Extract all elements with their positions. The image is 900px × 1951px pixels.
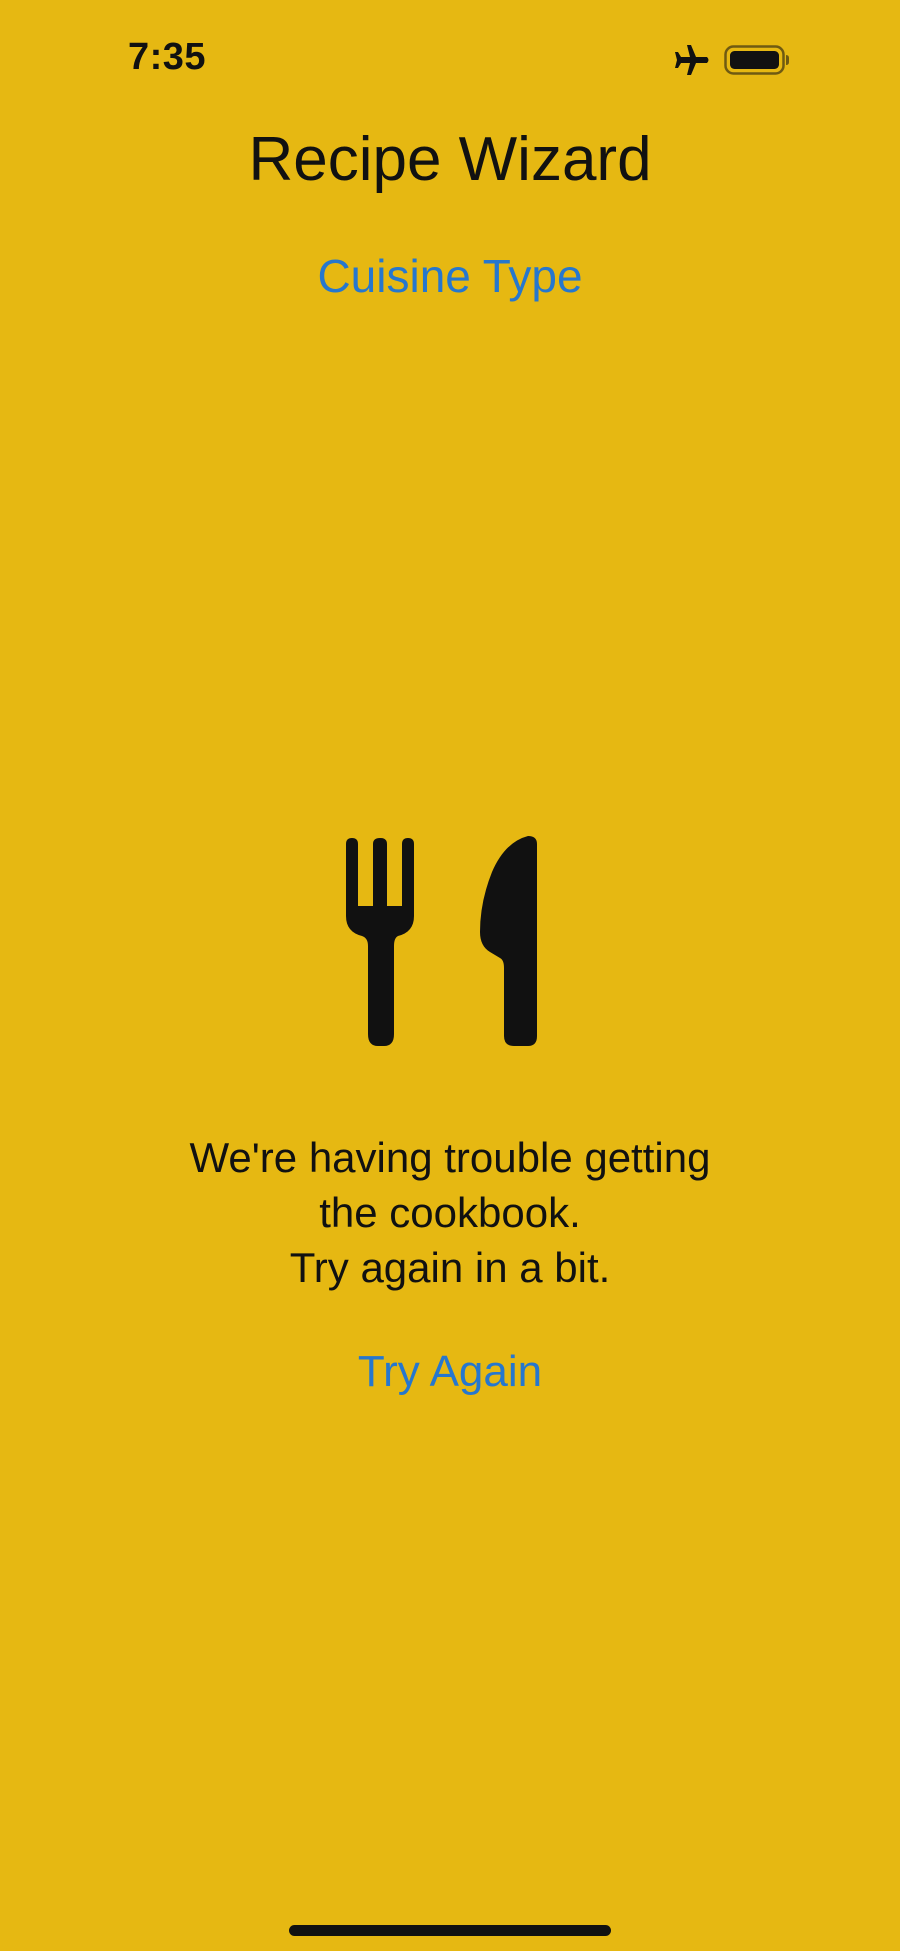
airplane-icon (672, 43, 710, 77)
fork-knife-icon (340, 836, 560, 1048)
status-time: 7:35 (128, 36, 207, 78)
home-indicator[interactable] (289, 1925, 611, 1936)
status-bar: 7:35 (0, 0, 900, 120)
status-icons (672, 40, 790, 80)
battery-icon (724, 44, 790, 76)
try-again-button[interactable]: Try Again (300, 1340, 600, 1404)
page-title: Recipe Wizard (248, 125, 652, 194)
error-line: the cookbook. (319, 1189, 581, 1236)
error-line: We're having trouble getting (189, 1134, 711, 1181)
cuisine-type-link[interactable]: Cuisine Type (250, 244, 650, 308)
error-line: Try again in a bit. (289, 1244, 611, 1291)
error-message: We're having trouble getting the cookboo… (100, 1130, 800, 1295)
